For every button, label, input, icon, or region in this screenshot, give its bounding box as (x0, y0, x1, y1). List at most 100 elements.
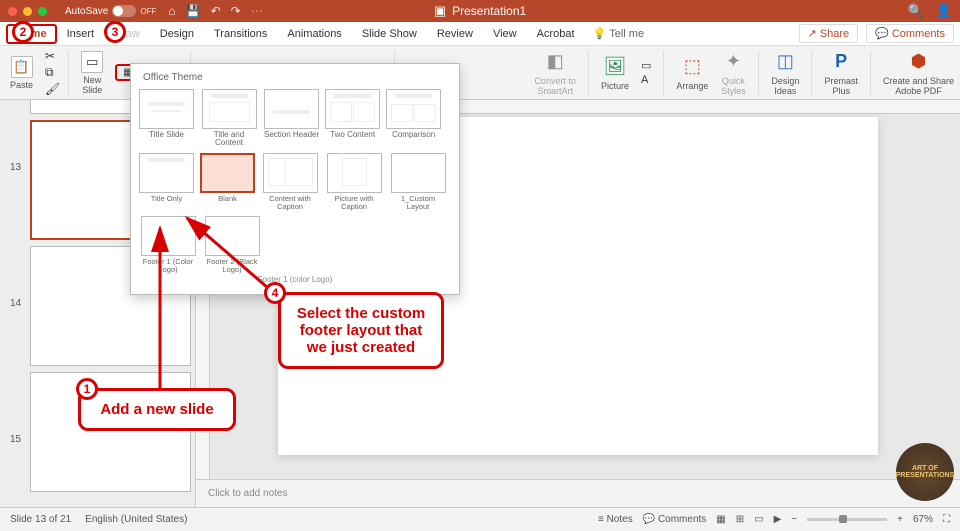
autosave-label: AutoSave (65, 6, 108, 17)
zoom-level[interactable]: 67% (913, 514, 933, 525)
arrange-button[interactable]: ⬚ Arrange (676, 54, 708, 92)
layout-picture-caption[interactable]: Picture with Caption (325, 153, 383, 210)
watermark-text: ART OF PRESENTATIONS (896, 465, 954, 479)
adobe-pdf-button[interactable]: ⬢ Create and Share Adobe PDF (883, 49, 954, 97)
gallery-label: Blank (218, 195, 237, 203)
tab-view[interactable]: View (483, 24, 527, 44)
new-slide-label: New Slide (82, 75, 102, 95)
adobe-label: Create and Share Adobe PDF (883, 77, 954, 97)
adobe-icon: ⬢ (905, 49, 931, 75)
textbox-icon[interactable]: A (641, 74, 651, 86)
layout-title-slide[interactable]: Title Slide (139, 89, 194, 147)
autosave-switch[interactable] (112, 5, 136, 17)
layout-custom-1[interactable]: 1_Custom Layout (389, 153, 447, 210)
premast-icon: P (828, 49, 854, 75)
status-slide: Slide 13 of 21 (10, 514, 71, 525)
status-bar: Slide 13 of 21 English (United States) ≡… (0, 507, 960, 531)
copy-icon[interactable]: ⧉ (45, 65, 60, 80)
paste-group[interactable]: 📋 Paste (6, 54, 37, 92)
zoom-in-icon[interactable]: + (897, 514, 903, 525)
convert-smartart[interactable]: ◧ Convert to SmartArt (534, 49, 576, 97)
anno-callout-4: Select the custom footer layout that we … (278, 292, 444, 369)
search-icon[interactable]: 🔍 (908, 3, 924, 19)
layout-title-content[interactable]: Title and Content (200, 89, 258, 147)
gallery-label: Comparison (392, 131, 435, 139)
tab-transitions[interactable]: Transitions (204, 24, 277, 44)
gallery-label: Content with Caption (261, 195, 319, 210)
gallery-label: Title and Content (200, 131, 258, 147)
design-ideas-button[interactable]: ◫ Design Ideas (771, 49, 799, 97)
new-slide-group[interactable]: ▭ New Slide (77, 49, 107, 97)
shapes-icon[interactable]: ▭ (641, 59, 651, 72)
zoom-slider[interactable] (807, 518, 887, 521)
undo-icon[interactable]: ↶ (211, 4, 221, 18)
premast-button[interactable]: P Premast Plus (824, 49, 858, 97)
ribbon-tabs: Home Insert Draw Design Transitions Anim… (0, 22, 960, 46)
cut-icon[interactable]: ✂ (45, 49, 60, 63)
title-right: 🔍 👤 (908, 3, 952, 19)
arrange-icon: ⬚ (679, 54, 705, 80)
status-lang: English (United States) (85, 514, 187, 525)
layout-section-header[interactable]: Section Header (264, 89, 319, 147)
gallery-label: Two Content (330, 131, 375, 139)
gallery-label: Picture with Caption (325, 195, 383, 210)
fit-icon[interactable]: ⛶ (943, 514, 950, 525)
layout-gallery[interactable]: Office Theme Title Slide Title and Conte… (130, 63, 460, 295)
thumb-num-14: 14 (10, 298, 21, 309)
layout-blank[interactable]: Blank (200, 153, 255, 210)
close-window-icon[interactable] (8, 7, 17, 16)
redo-icon[interactable]: ↷ (231, 4, 241, 18)
account-icon[interactable]: 👤 (936, 3, 952, 19)
view-reading-icon[interactable]: ▭ (754, 514, 763, 525)
quick-styles-button[interactable]: ✦ Quick Styles (720, 49, 746, 97)
anno-callout-1: Add a new slide (78, 388, 236, 431)
new-slide-icon: ▭ (81, 51, 103, 73)
picture-label: Picture (601, 82, 629, 92)
picture-icon: 🖼 (602, 54, 628, 80)
view-normal-icon[interactable]: ▦ (716, 514, 725, 525)
minimize-window-icon[interactable] (23, 7, 32, 16)
tell-me[interactable]: 💡 Tell me (593, 27, 645, 40)
title-bar: AutoSave OFF ⌂ 💾 ↶ ↷ ⋯ ▣ Presentation1 🔍… (0, 0, 960, 22)
notes-pane[interactable]: Click to add notes (196, 479, 960, 507)
picture-button[interactable]: 🖼 Picture (601, 54, 629, 92)
share-button[interactable]: ↗ Share (799, 24, 859, 43)
window-controls[interactable] (8, 7, 47, 16)
design-ideas-icon: ◫ (772, 49, 798, 75)
tab-design[interactable]: Design (150, 24, 204, 44)
status-comments[interactable]: 💬 Comments (643, 514, 707, 525)
autosave-toggle[interactable]: AutoSave OFF (65, 5, 156, 17)
layout-two-content[interactable]: Two Content (325, 89, 380, 147)
gallery-label: Footer 1 (Color Logo) (139, 258, 197, 273)
zoom-out-icon[interactable]: − (791, 514, 797, 525)
save-icon[interactable]: 💾 (186, 4, 201, 18)
anno-badge-1: 1 (76, 378, 98, 400)
status-notes[interactable]: ≡ Notes (598, 514, 633, 525)
tab-animations[interactable]: Animations (277, 24, 351, 44)
layout-content-caption[interactable]: Content with Caption (261, 153, 319, 210)
gallery-label: Title Only (151, 195, 182, 203)
layout-footer-color[interactable]: Footer 1 (Color Logo) (139, 216, 197, 273)
home-icon[interactable]: ⌂ (168, 4, 175, 18)
clipboard-icon: 📋 (11, 56, 33, 78)
gallery-label: 1_Custom Layout (389, 195, 447, 210)
tab-insert[interactable]: Insert (57, 24, 105, 44)
anno-text-1: Add a new slide (100, 401, 213, 418)
anno-badge-3: 3 (104, 21, 126, 43)
maximize-window-icon[interactable] (38, 7, 47, 16)
convert-label: Convert to SmartArt (534, 77, 576, 97)
anno-badge-2: 2 (12, 21, 34, 43)
tab-review[interactable]: Review (427, 24, 483, 44)
view-sorter-icon[interactable]: ⊞ (736, 514, 744, 525)
thumb-num-13: 13 (10, 162, 21, 173)
tab-slideshow[interactable]: Slide Show (352, 24, 427, 44)
comments-button[interactable]: 💬 Comments (866, 24, 954, 43)
format-painter-icon[interactable]: 🖌 (45, 82, 60, 96)
view-slideshow-icon[interactable]: ▶ (774, 514, 782, 525)
more-icon[interactable]: ⋯ (251, 4, 263, 18)
layout-footer-black[interactable]: Footer 2 (Black Logo) (203, 216, 261, 273)
document-title: ▣ Presentation1 (434, 3, 526, 19)
layout-comparison[interactable]: Comparison (386, 89, 441, 147)
layout-title-only[interactable]: Title Only (139, 153, 194, 210)
tab-acrobat[interactable]: Acrobat (527, 24, 585, 44)
